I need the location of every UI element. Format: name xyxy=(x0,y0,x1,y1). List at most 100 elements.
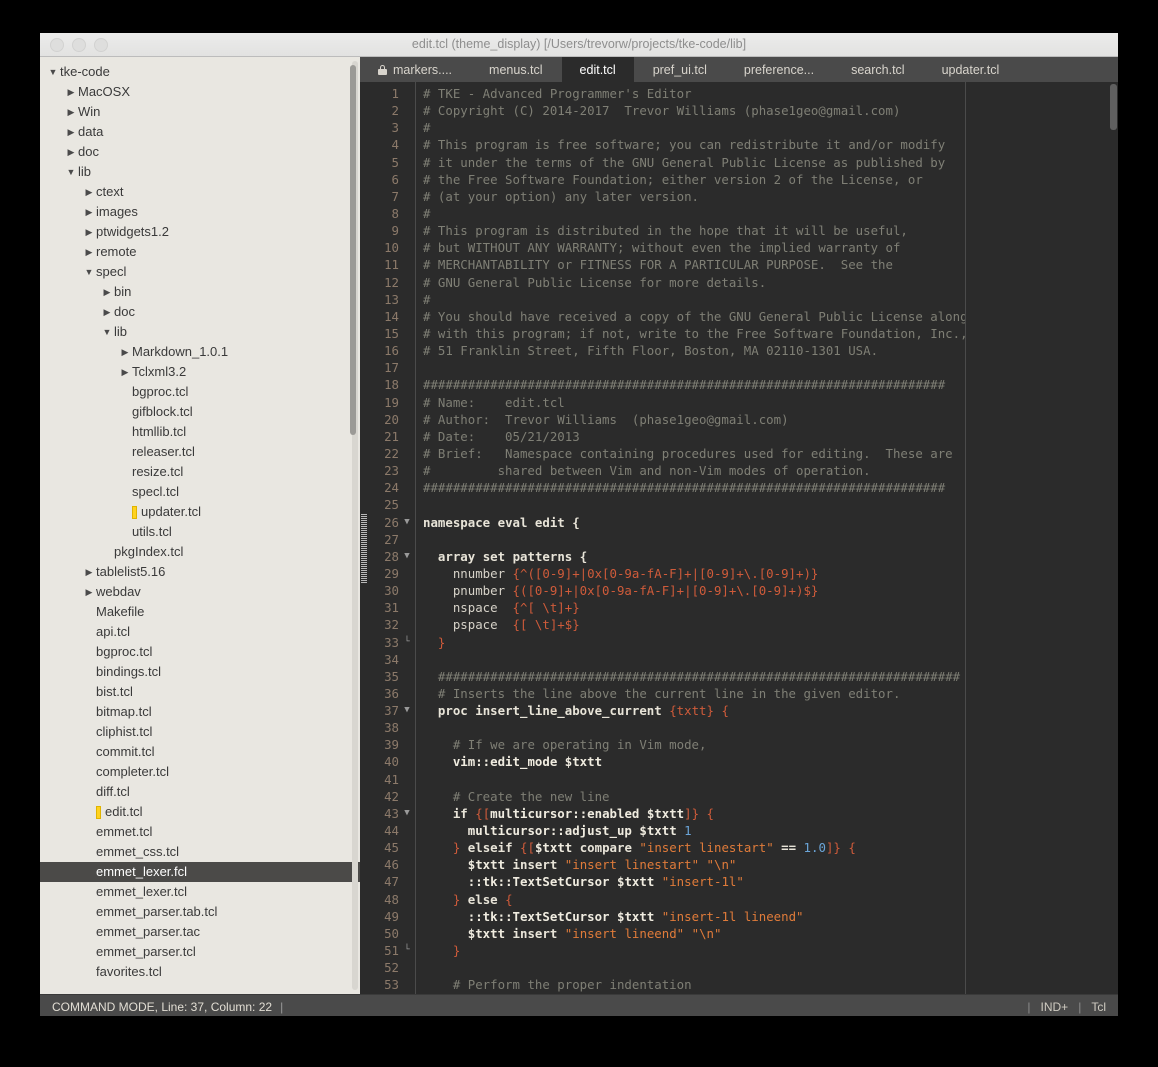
chevron-right-icon[interactable]: ▶ xyxy=(64,102,78,122)
tab-preference-[interactable]: preference... xyxy=(726,57,834,82)
code-line[interactable]: ########################################… xyxy=(423,479,965,496)
status-language[interactable]: Tcl xyxy=(1091,1000,1106,1014)
code-line[interactable]: pspace {[ \t]+$} xyxy=(423,616,965,633)
fold-marker[interactable]: └ xyxy=(399,942,415,959)
code-line[interactable] xyxy=(423,651,965,668)
tree-item-emmet-parser-tac[interactable]: emmet_parser.tac xyxy=(40,922,360,942)
code-line[interactable]: # Create the new line xyxy=(423,788,965,805)
tree-item-htmllib-tcl[interactable]: htmllib.tcl xyxy=(40,422,360,442)
code-line[interactable]: # Inserts the line above the current lin… xyxy=(423,685,965,702)
code-line[interactable] xyxy=(423,771,965,788)
code-line[interactable] xyxy=(423,496,965,513)
chevron-down-icon[interactable]: ▼ xyxy=(82,262,96,282)
chevron-right-icon[interactable]: ▶ xyxy=(82,202,96,222)
code-line[interactable]: if {[multicursor::enabled $txtt]} { xyxy=(423,805,965,822)
code-line[interactable]: # Date: 05/21/2013 xyxy=(423,428,965,445)
fold-marker[interactable]: ▼ xyxy=(399,805,415,822)
code-line[interactable]: # Author: Trevor Williams (phase1geo@gma… xyxy=(423,411,965,428)
code-line[interactable]: vim::edit_mode $txtt xyxy=(423,753,965,770)
status-indent-mode[interactable]: IND+ xyxy=(1041,1000,1069,1014)
chevron-right-icon[interactable]: ▶ xyxy=(64,122,78,142)
code-line[interactable]: # GNU General Public License for more de… xyxy=(423,274,965,291)
code-line[interactable]: # but WITHOUT ANY WARRANTY; without even… xyxy=(423,239,965,256)
code-line[interactable]: ::tk::TextSetCursor $txtt "insert-1l" xyxy=(423,873,965,890)
fold-marker[interactable]: └ xyxy=(399,634,415,651)
code-line[interactable]: # This program is distributed in the hop… xyxy=(423,222,965,239)
tree-item-images[interactable]: ▶ images xyxy=(40,202,360,222)
chevron-right-icon[interactable]: ▶ xyxy=(82,562,96,582)
tree-item-emmet-parser-tab-tcl[interactable]: emmet_parser.tab.tcl xyxy=(40,902,360,922)
tree-item-utils-tcl[interactable]: utils.tcl xyxy=(40,522,360,542)
code-line[interactable]: # If we are operating in Vim mode, xyxy=(423,736,965,753)
code-line[interactable]: pnumber {([0-9]+|0x[0-9a-fA-F]+|[0-9]+\.… xyxy=(423,582,965,599)
tab-markers-[interactable]: markers.... xyxy=(360,57,472,82)
code-area[interactable]: 1 2 3 4 5 6 7 8 9 10 11 12 13 14 15 16 17 18 19 20 21 22 23 24 2… xyxy=(360,82,1118,994)
tree-item-edit-tcl[interactable]: edit.tcl xyxy=(40,802,360,822)
code-line[interactable]: # 51 Franklin Street, Fifth Floor, Bosto… xyxy=(423,342,965,359)
code-fold-gutter[interactable]: ▼▼└▼▼└└▼ xyxy=(399,82,415,994)
chevron-right-icon[interactable]: ▶ xyxy=(118,342,132,362)
tree-item-ctext[interactable]: ▶ ctext xyxy=(40,182,360,202)
tree-item-commit-tcl[interactable]: commit.tcl xyxy=(40,742,360,762)
code-line[interactable]: # MERCHANTABILITY or FITNESS FOR A PARTI… xyxy=(423,256,965,273)
code-line[interactable]: # Name: edit.tcl xyxy=(423,394,965,411)
code-scrollbar-thumb[interactable] xyxy=(1110,84,1117,130)
tree-item-macosx[interactable]: ▶ MacOSX xyxy=(40,82,360,102)
minimize-button[interactable] xyxy=(72,37,86,52)
tree-item-lib[interactable]: ▼ lib xyxy=(40,322,360,342)
code-line[interactable]: # (at your option) any later version. xyxy=(423,188,965,205)
code-line[interactable]: proc insert_line_above_current {txtt} { xyxy=(423,702,965,719)
tree-item-bist-tcl[interactable]: bist.tcl xyxy=(40,682,360,702)
code-text[interactable]: # TKE - Advanced Programmer's Editor # Co… xyxy=(415,82,965,994)
tree-item-makefile[interactable]: Makefile xyxy=(40,602,360,622)
code-scrollbar-track[interactable] xyxy=(1109,82,1118,994)
tree-item-specl-tcl[interactable]: specl.tcl xyxy=(40,482,360,502)
tree-item-tclxml3-2[interactable]: ▶ Tclxml3.2 xyxy=(40,362,360,382)
code-line[interactable]: # TKE - Advanced Programmer's Editor xyxy=(423,85,965,102)
code-line[interactable]: # xyxy=(423,205,965,222)
chevron-right-icon[interactable]: ▶ xyxy=(82,582,96,602)
tree-item-emmet-lexer-tcl[interactable]: emmet_lexer.tcl xyxy=(40,882,360,902)
code-line[interactable]: # it under the terms of the GNU General … xyxy=(423,154,965,171)
code-line[interactable]: # You should have received a copy of the… xyxy=(423,308,965,325)
code-line[interactable]: # Perform the proper indentation xyxy=(423,976,965,993)
chevron-right-icon[interactable]: ▶ xyxy=(100,302,114,322)
chevron-right-icon[interactable]: ▶ xyxy=(64,142,78,162)
code-line[interactable] xyxy=(423,719,965,736)
tree-item-completer-tcl[interactable]: completer.tcl xyxy=(40,762,360,782)
chevron-right-icon[interactable]: ▶ xyxy=(118,362,132,382)
close-button[interactable] xyxy=(50,37,64,52)
tree-item-remote[interactable]: ▶ remote xyxy=(40,242,360,262)
tree-item-emmet-parser-tcl[interactable]: emmet_parser.tcl xyxy=(40,942,360,962)
code-line[interactable]: } xyxy=(423,634,965,651)
tree-item-tke-code[interactable]: ▼ tke-code xyxy=(40,62,360,82)
sidebar-scrollbar-thumb[interactable] xyxy=(350,65,356,435)
tree-item-specl[interactable]: ▼ specl xyxy=(40,262,360,282)
tree-item-doc[interactable]: ▶ doc xyxy=(40,302,360,322)
tree-item-releaser-tcl[interactable]: releaser.tcl xyxy=(40,442,360,462)
code-line[interactable]: # Brief: Namespace containing procedures… xyxy=(423,445,965,462)
fold-marker[interactable]: ▼ xyxy=(399,548,415,565)
chevron-down-icon[interactable]: ▼ xyxy=(46,62,60,82)
tab-menus-tcl[interactable]: menus.tcl xyxy=(471,57,562,82)
code-line[interactable]: } else { xyxy=(423,891,965,908)
code-line[interactable]: array set patterns { xyxy=(423,548,965,565)
tree-item-cliphist-tcl[interactable]: cliphist.tcl xyxy=(40,722,360,742)
code-line[interactable]: # shared between Vim and non-Vim modes o… xyxy=(423,462,965,479)
tree-item-bgproc-tcl[interactable]: bgproc.tcl xyxy=(40,382,360,402)
code-line[interactable]: } xyxy=(423,942,965,959)
sidebar-scrollbar-track[interactable] xyxy=(350,61,358,990)
tree-item-emmet-lexer-fcl[interactable]: emmet_lexer.fcl xyxy=(40,862,360,882)
tree-item-data[interactable]: ▶ data xyxy=(40,122,360,142)
fold-marker[interactable]: ▼ xyxy=(399,514,415,531)
tree-item-emmet-css-tcl[interactable]: emmet_css.tcl xyxy=(40,842,360,862)
tree-item-pkgindex-tcl[interactable]: pkgIndex.tcl xyxy=(40,542,360,562)
code-line[interactable]: # xyxy=(423,119,965,136)
tree-item-favorites-tcl[interactable]: favorites.tcl xyxy=(40,962,360,982)
code-line[interactable]: indent::newline $txtt insert 1 xyxy=(423,993,965,994)
code-line[interactable]: $txtt insert "insert linestart" "\n" xyxy=(423,856,965,873)
chevron-down-icon[interactable]: ▼ xyxy=(64,162,78,182)
code-line[interactable]: } elseif {[$txtt compare "insert linesta… xyxy=(423,839,965,856)
tree-item-bitmap-tcl[interactable]: bitmap.tcl xyxy=(40,702,360,722)
file-tree-list[interactable]: ▼ tke-code ▶ MacOSX ▶ Win ▶ data ▶ doc ▼ lib ▶ ctext ▶… xyxy=(40,57,360,982)
